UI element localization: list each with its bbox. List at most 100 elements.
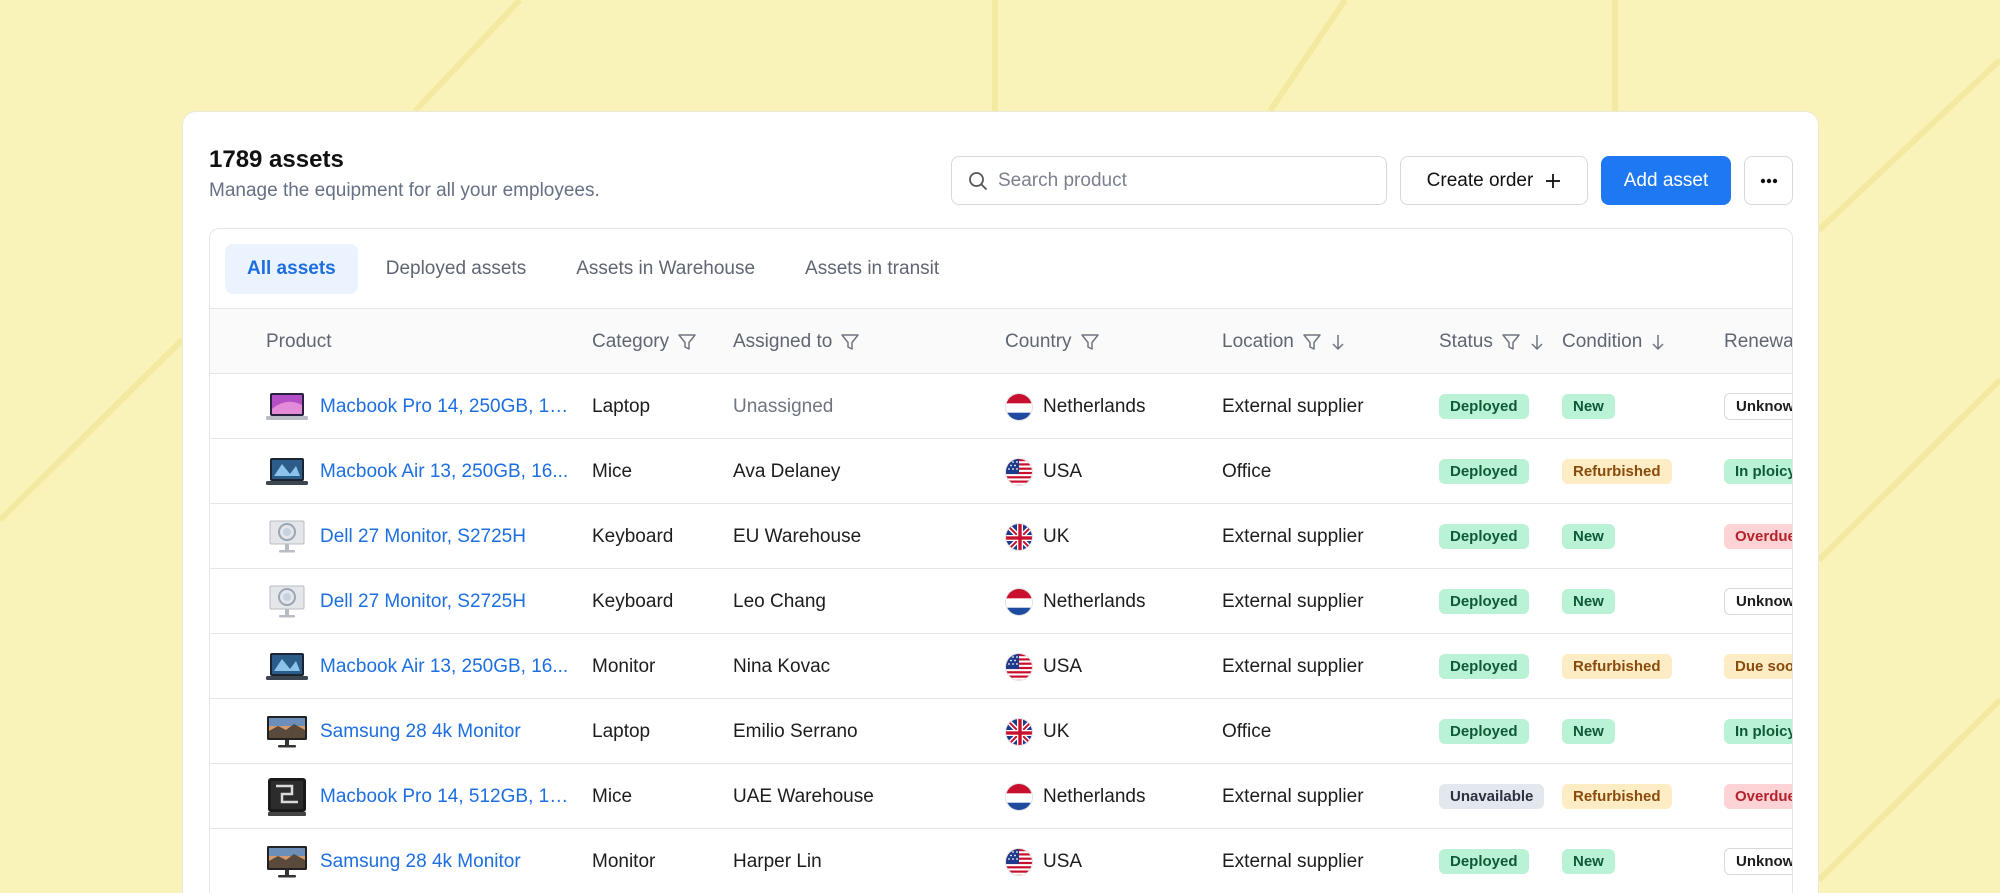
product-cell: Dell 27 Monitor, S2725H — [266, 569, 526, 634]
column-status[interactable]: Status — [1439, 309, 1545, 374]
assets-card: 1789 assets Manage the equipment for all… — [182, 111, 1819, 893]
filter-icon[interactable] — [1302, 332, 1322, 352]
status-badge: Deployed — [1439, 524, 1529, 549]
condition-badge: Refurbished — [1562, 654, 1672, 679]
assigned-cell: Ava Delaney — [733, 460, 841, 482]
status-cell: Deployed — [1439, 504, 1529, 569]
more-options-button[interactable] — [1744, 156, 1793, 205]
product-link[interactable]: Macbook Pro 14, 250GB, 16... — [320, 396, 570, 418]
column-location[interactable]: Location — [1222, 309, 1346, 374]
product-link[interactable]: Macbook Air 13, 250GB, 16... — [320, 461, 568, 483]
location-cell: Office — [1222, 460, 1272, 482]
status-badge: Deployed — [1439, 589, 1529, 614]
renewal-cell: In ploicy — [1724, 699, 1792, 764]
assigned-cell: Emilio Serrano — [733, 720, 858, 742]
nl-flag-icon — [1005, 782, 1033, 811]
condition-cell: Refurbished — [1562, 764, 1672, 829]
product-link[interactable]: Macbook Pro 14, 512GB, 16... — [320, 786, 570, 808]
country-label: Netherlands — [1043, 395, 1146, 417]
renewal-cell: Unknown — [1724, 374, 1792, 439]
assets-table: All assets Deployed assets Assets in War… — [209, 228, 1793, 893]
product-link[interactable]: Samsung 28 4k Monitor — [320, 851, 521, 873]
column-condition[interactable]: Condition — [1562, 309, 1666, 374]
us-flag-icon — [1005, 457, 1033, 486]
table-row[interactable]: Macbook Air 13, 250GB, 16... Monitor Nin… — [210, 634, 1792, 699]
status-badge: Deployed — [1439, 394, 1529, 419]
product-cell: Samsung 28 4k Monitor — [266, 699, 521, 764]
product-thumbnail — [266, 845, 308, 879]
country-cell: USA — [1005, 829, 1082, 893]
product-link[interactable]: Dell 27 Monitor, S2725H — [320, 526, 526, 548]
filter-icon[interactable] — [1080, 332, 1100, 352]
country-label: UK — [1043, 525, 1070, 547]
add-asset-label: Add asset — [1623, 169, 1709, 191]
status-badge: Deployed — [1439, 849, 1529, 874]
table-row[interactable]: Macbook Pro 14, 250GB, 16... Laptop Unas… — [210, 374, 1792, 439]
search-icon — [969, 171, 987, 190]
filter-icon[interactable] — [677, 332, 697, 352]
page-title: 1789 assets — [209, 146, 344, 173]
product-cell: Samsung 28 4k Monitor — [266, 829, 521, 893]
condition-badge: New — [1562, 589, 1615, 614]
us-flag-icon — [1005, 652, 1033, 681]
renewal-cell: Overdue — [1724, 504, 1792, 569]
category-cell: Laptop — [592, 395, 651, 417]
create-order-button[interactable]: Create order — [1400, 156, 1588, 205]
column-location-label: Location — [1222, 330, 1294, 352]
table-row[interactable]: Samsung 28 4k Monitor Monitor Harper Lin… — [210, 829, 1792, 893]
table-body: Macbook Pro 14, 250GB, 16... Laptop Unas… — [210, 374, 1792, 893]
table-row[interactable]: Dell 27 Monitor, S2725H Keyboard EU Ware… — [210, 504, 1792, 569]
filter-icon[interactable] — [1501, 332, 1521, 352]
category-cell: Laptop — [592, 720, 651, 742]
column-category[interactable]: Category — [592, 309, 697, 374]
status-cell: Unavailable — [1439, 764, 1545, 829]
tab-assets-in-transit[interactable]: Assets in transit — [783, 244, 961, 294]
table-header: Product Category Assigned to Country Loc… — [210, 309, 1792, 374]
product-thumbnail — [266, 455, 308, 489]
add-asset-button[interactable]: Add asset — [1601, 156, 1731, 205]
condition-cell: New — [1562, 504, 1615, 569]
filter-icon[interactable] — [840, 332, 860, 352]
us-flag-icon — [1005, 847, 1033, 876]
column-country[interactable]: Country — [1005, 309, 1100, 374]
renewal-badge: Overdue — [1724, 524, 1792, 549]
renewal-badge: Overdue — [1724, 784, 1792, 809]
column-product[interactable]: Product — [266, 309, 331, 374]
tab-assets-in-warehouse[interactable]: Assets in Warehouse — [554, 244, 777, 294]
status-badge: Deployed — [1439, 719, 1529, 744]
renewal-cell: Due soon — [1724, 634, 1792, 699]
column-renewal[interactable]: Renewa — [1724, 309, 1793, 374]
search-box[interactable] — [951, 156, 1387, 205]
table-row[interactable]: Samsung 28 4k Monitor Laptop Emilio Serr… — [210, 699, 1792, 764]
tab-all-assets[interactable]: All assets — [225, 243, 358, 294]
search-input[interactable] — [998, 169, 1358, 192]
country-label: USA — [1043, 655, 1083, 677]
product-link[interactable]: Samsung 28 4k Monitor — [320, 721, 521, 743]
product-cell: Macbook Air 13, 250GB, 16... — [266, 439, 568, 504]
tab-deployed-assets[interactable]: Deployed assets — [364, 244, 548, 294]
country-label: UK — [1043, 720, 1070, 742]
country-cell: Netherlands — [1005, 764, 1145, 829]
condition-cell: Refurbished — [1562, 634, 1672, 699]
column-assigned[interactable]: Assigned to — [733, 309, 860, 374]
sort-down-icon[interactable] — [1330, 333, 1346, 351]
product-link[interactable]: Macbook Air 13, 250GB, 16... — [320, 656, 568, 678]
country-cell: Netherlands — [1005, 374, 1145, 439]
column-renewal-label: Renewa — [1724, 330, 1793, 352]
renewal-badge: Due soon — [1724, 654, 1792, 679]
sort-down-icon[interactable] — [1650, 333, 1666, 351]
uk-flag-icon — [1005, 717, 1033, 746]
status-badge: Deployed — [1439, 459, 1529, 484]
table-row[interactable]: Macbook Air 13, 250GB, 16... Mice Ava De… — [210, 439, 1792, 504]
table-row[interactable]: Dell 27 Monitor, S2725H Keyboard Leo Cha… — [210, 569, 1792, 634]
status-badge: Deployed — [1439, 654, 1529, 679]
product-link[interactable]: Dell 27 Monitor, S2725H — [320, 591, 526, 613]
category-cell: Keyboard — [592, 590, 674, 612]
assigned-cell: EU Warehouse — [733, 525, 862, 547]
product-cell: Macbook Pro 14, 250GB, 16... — [266, 374, 570, 439]
product-thumbnail — [266, 715, 308, 749]
condition-badge: New — [1562, 524, 1615, 549]
category-cell: Monitor — [592, 850, 656, 872]
table-row[interactable]: Macbook Pro 14, 512GB, 16... Mice UAE Wa… — [210, 764, 1792, 829]
sort-down-icon[interactable] — [1529, 333, 1545, 351]
